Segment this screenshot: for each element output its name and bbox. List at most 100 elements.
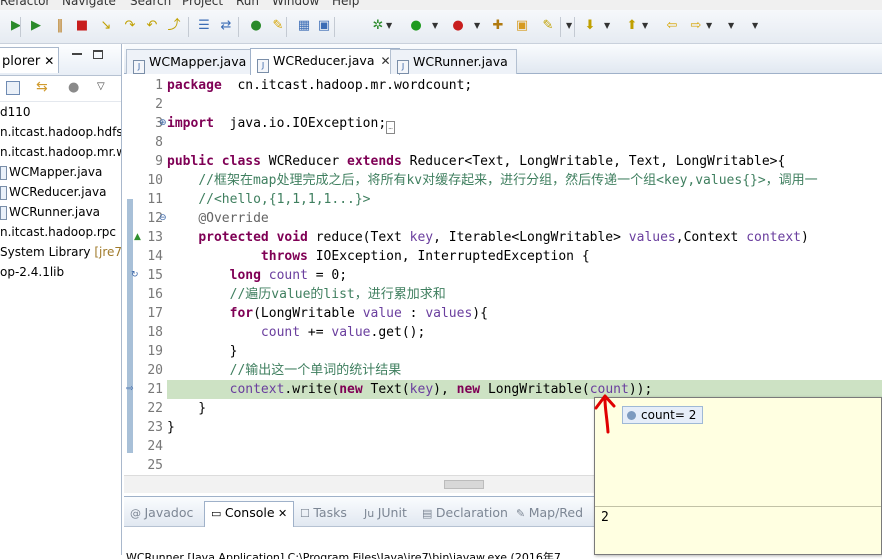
scrollbar-thumb[interactable] xyxy=(444,480,484,489)
bottom-tab-console[interactable]: ▭ Console ✕ xyxy=(204,501,295,527)
fold-collapse-icon[interactable]: ⊖ xyxy=(159,213,167,223)
code-token: values xyxy=(425,306,473,321)
code-token: long xyxy=(229,268,261,283)
line-number: 22 xyxy=(147,401,163,416)
open-console-icon[interactable]: ⇄ xyxy=(218,18,234,34)
tree-item[interactable]: n.itcast.hadoop.hdfs xyxy=(0,122,121,142)
dropdown-arrow-icon[interactable]: ▼ xyxy=(566,21,572,30)
step-into-icon[interactable]: ↘ xyxy=(98,18,114,34)
code-line: //遍历value的list，进行累加求和 xyxy=(167,285,446,304)
code-line: package cn.itcast.hadoop.mr.wordcount; xyxy=(167,76,472,95)
tree-item[interactable]: op-2.4.1lib xyxy=(0,262,121,282)
tree-item[interactable]: d110 xyxy=(0,102,121,122)
code-line: //框架在map处理完成之后，将所有kv对缓存起来，进行分组，然后传递一个组<k… xyxy=(167,171,817,190)
tree-item[interactable]: n.itcast.hadoop.rpc xyxy=(0,222,121,242)
package-explorer-tree: d110 n.itcast.hadoop.hdfs n.itcast.hadoop.… xyxy=(0,102,121,282)
toolbar-separator xyxy=(238,17,239,37)
open-type-icon[interactable]: ▦ xyxy=(296,18,312,34)
prev-annotation-icon[interactable]: ⬆ xyxy=(624,18,640,34)
line-number: 15 xyxy=(147,268,163,283)
menu-item-refactor[interactable]: Refactor xyxy=(0,0,50,8)
menu-item-project[interactable]: Project xyxy=(182,0,223,8)
dropdown-arrow-icon[interactable]: ▼ xyxy=(474,21,480,30)
override-marker-icon[interactable]: ▲ xyxy=(134,232,141,242)
link-with-editor-icon[interactable]: ⇆ xyxy=(36,79,48,95)
close-icon[interactable]: ✕ xyxy=(44,54,54,68)
editor-tab-wcreducer[interactable]: J WCReducer.java ✕ xyxy=(250,48,400,75)
dropdown-arrow-icon[interactable]: ▼ xyxy=(604,21,610,30)
pen-icon[interactable]: ✎ xyxy=(540,18,556,34)
editor-tab-wcrunner[interactable]: J WCRunner.java xyxy=(390,49,517,74)
editor-tab-wcmapper[interactable]: J WCMapper.java xyxy=(126,49,256,74)
horizontal-scrollbar[interactable] xyxy=(124,475,594,493)
debug-icon[interactable]: ✲ xyxy=(370,18,386,34)
next-annotation-icon[interactable]: ⬇ xyxy=(582,18,598,34)
new-breakpoint-icon[interactable]: ● xyxy=(248,18,264,34)
fold-expand-icon[interactable]: ⊕ xyxy=(159,118,167,128)
bottom-tab-javadoc[interactable]: @ Javadoc xyxy=(130,505,193,520)
menu-item-run[interactable]: Run xyxy=(236,0,259,8)
declaration-icon: ▤ xyxy=(422,507,436,520)
step-return-icon[interactable]: ↶ xyxy=(144,18,160,34)
dropdown-arrow-icon[interactable]: ▼ xyxy=(752,21,758,30)
tree-item[interactable]: WCRunner.java xyxy=(0,202,121,222)
package-explorer-tab-label: plorer xyxy=(2,54,41,69)
debug-instruction-pointer-icon[interactable]: ⇨ xyxy=(126,384,134,394)
editor-tab-label: WCReducer.java xyxy=(273,53,375,68)
line-number: 10 xyxy=(147,173,163,188)
back-icon[interactable]: ⇦ xyxy=(664,18,680,34)
menu-item-help[interactable]: Help xyxy=(332,0,359,8)
breakpoint-marker-icon[interactable]: ↻ xyxy=(131,270,139,280)
bottom-tab-declaration[interactable]: ▤ Declaration xyxy=(422,505,508,520)
bottom-tab-map-red[interactable]: ✎ Map/Red xyxy=(516,505,583,520)
highlight-icon[interactable]: ✎ xyxy=(270,18,286,34)
line-number: 9 xyxy=(155,154,163,169)
bottom-tab-junit[interactable]: Ju JUnit xyxy=(364,505,407,520)
collapse-all-icon[interactable] xyxy=(6,81,20,95)
tree-item[interactable]: WCMapper.java xyxy=(0,162,121,182)
code-token: @Override xyxy=(198,211,269,226)
forward-icon[interactable]: ⇨ xyxy=(688,18,704,34)
tree-item-label: WCRunner.java xyxy=(9,205,101,219)
debug-hover-popup[interactable]: count= 2 2 xyxy=(594,397,882,555)
dropdown-arrow-icon[interactable]: ▼ xyxy=(432,21,438,30)
view-menu-icon[interactable]: ▽ xyxy=(97,81,105,92)
drop-to-frame-icon[interactable]: ⤴ xyxy=(166,18,182,34)
code-line: long count = 0; xyxy=(167,266,347,285)
code-token: public class xyxy=(167,154,261,169)
package-explorer-tab[interactable]: plorer ✕ xyxy=(0,47,60,73)
menu-item-window[interactable]: Window xyxy=(272,0,319,8)
dropdown-arrow-icon[interactable]: ▼ xyxy=(386,21,392,30)
coverage-icon[interactable]: ● xyxy=(450,18,466,34)
toolbar-separator xyxy=(188,17,189,37)
new-java-project-icon[interactable]: ✚ xyxy=(490,18,506,34)
close-icon[interactable]: ✕ xyxy=(275,507,287,520)
dropdown-arrow-icon[interactable]: ▼ xyxy=(642,21,648,30)
step-over-icon[interactable]: ↷ xyxy=(122,18,138,34)
tree-item[interactable]: System Library [jre7] xyxy=(0,242,121,262)
dropdown-arrow-icon[interactable]: ▼ xyxy=(728,21,734,30)
open-task-icon[interactable]: ▣ xyxy=(316,18,332,34)
dropdown-arrow-icon[interactable]: ▼ xyxy=(706,21,712,30)
maximize-icon[interactable] xyxy=(93,50,103,59)
use-step-filters-icon[interactable]: ☰ xyxy=(196,18,212,34)
code-token: (LongWritable xyxy=(253,306,363,321)
suspend-icon[interactable]: ‖ xyxy=(52,18,68,34)
resume-icon[interactable]: ▶ xyxy=(28,18,44,34)
variable-expression[interactable]: count= 2 xyxy=(622,406,704,424)
tree-item[interactable]: WCReducer.java xyxy=(0,182,121,202)
debug-run-icon[interactable]: ▶ xyxy=(8,18,24,34)
bottom-tab-label: Javadoc xyxy=(144,505,194,520)
menu-item-search[interactable]: Search xyxy=(130,0,171,8)
open-folder-icon[interactable]: ▣ xyxy=(514,18,530,34)
terminate-icon[interactable]: ■ xyxy=(74,18,90,34)
minimize-icon[interactable] xyxy=(72,53,82,55)
run-icon[interactable]: ● xyxy=(408,18,424,34)
menu-item-navigate[interactable]: Navigate xyxy=(62,0,116,8)
tree-item[interactable]: n.itcast.hadoop.mr.w xyxy=(0,142,121,162)
code-line: throws IOException, InterruptedException… xyxy=(167,247,590,266)
group-icon[interactable]: ● xyxy=(68,80,79,95)
bottom-tab-tasks[interactable]: ☐ Tasks xyxy=(300,505,347,520)
